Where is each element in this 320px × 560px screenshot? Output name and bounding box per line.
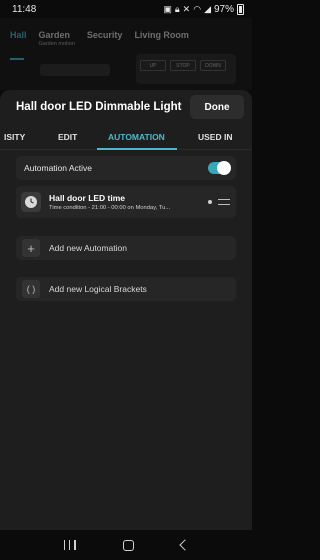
sheet-title: Hall door LED Dimmable Light [16, 101, 182, 113]
lock-icon: 🔒︎ [174, 3, 180, 14]
bg-stop-button: STOP [170, 60, 196, 71]
sheet-header: Hall door LED Dimmable Light Done [0, 90, 252, 124]
automation-item[interactable]: Hall door LED time Time condition - 21:0… [16, 186, 236, 218]
sheet-tabbar: ISITY EDIT AUTOMATION USED IN [0, 124, 252, 150]
automation-active-row: Automation Active [16, 156, 236, 180]
bg-tab-security: Security [87, 30, 123, 47]
add-brackets-label: Add new Logical Brackets [49, 284, 147, 294]
home-icon[interactable] [122, 539, 134, 551]
device-sheet: Hall door LED Dimmable Light Done ISITY … [0, 90, 252, 530]
bg-tab-label: Hall [10, 30, 27, 40]
add-automation-label: Add new Automation [49, 243, 127, 253]
bg-down-button: DOWN [200, 60, 226, 71]
bg-blind-buttons: UP STOP DOWN [140, 60, 226, 71]
battery-percent: 97% [213, 3, 234, 15]
image-icon: ▣ [163, 3, 172, 14]
done-button[interactable]: Done [190, 95, 244, 119]
toggle-knob [217, 161, 231, 175]
status-bar: 11:48 ▣ 🔒︎ ✕ ◠ ◢ 97% [0, 0, 252, 18]
status-time: 11:48 [12, 3, 37, 15]
automation-text: Hall door LED time Time condition - 21:0… [49, 193, 204, 211]
plus-icon: + [22, 239, 40, 257]
bg-card [40, 64, 110, 76]
status-dot-icon [208, 200, 212, 204]
system-nav-bar [0, 530, 252, 560]
add-logical-brackets-button[interactable]: ( ) Add new Logical Brackets [16, 277, 236, 301]
add-automation-button[interactable]: + Add new Automation [16, 236, 236, 260]
tab-automation[interactable]: AUTOMATION [108, 132, 165, 142]
drag-handle-icon[interactable] [218, 199, 230, 205]
bg-tab-garden: Garden Garden motion [39, 30, 75, 47]
bg-tab-label: Security [86, 30, 123, 40]
tab-intensity[interactable]: ISITY [4, 132, 25, 142]
recents-icon[interactable] [63, 540, 76, 550]
brackets-icon: ( ) [22, 280, 40, 298]
clock-icon [21, 192, 41, 212]
wifi-icon: ◠ [193, 3, 202, 14]
bg-tab-living-room: Living Room [134, 30, 189, 47]
bg-tab-indicator [10, 58, 24, 60]
mute-icon: ✕ [182, 3, 191, 14]
battery-icon [237, 3, 244, 15]
signal-icon: ◢ [204, 3, 211, 14]
background-tabs: Hall Garden Garden motion Security Livin… [0, 18, 252, 47]
bg-tab-sublabel: Garden motion [38, 41, 75, 47]
bg-tab-label: Garden [38, 30, 71, 40]
tab-edit[interactable]: EDIT [58, 132, 77, 142]
automation-name: Hall door LED time [49, 193, 126, 203]
automation-active-toggle[interactable] [208, 161, 231, 175]
status-icons: ▣ 🔒︎ ✕ ◠ ◢ 97% [163, 3, 244, 15]
background-app: Hall Garden Garden motion Security Livin… [0, 18, 252, 90]
bg-up-button: UP [140, 60, 166, 71]
tab-active-indicator [97, 148, 177, 150]
back-icon[interactable] [178, 539, 191, 551]
tab-used-in[interactable]: USED IN [198, 132, 232, 142]
bg-tab-hall: Hall [10, 30, 27, 47]
bg-tab-label: Living Room [134, 30, 189, 40]
automation-active-label: Automation Active [24, 163, 93, 173]
automation-description: Time condition - 21:00 - 00:00 on Monday… [49, 205, 171, 211]
